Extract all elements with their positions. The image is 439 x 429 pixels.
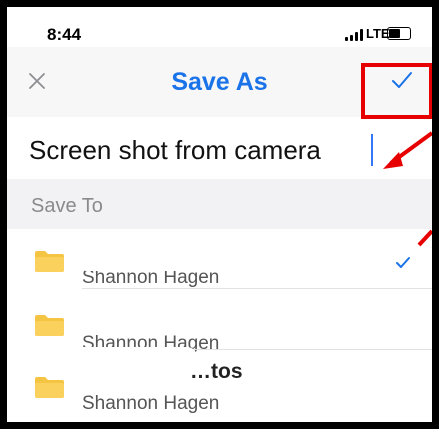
checkmark-icon [396, 257, 410, 268]
annotation-highlight-box [361, 63, 432, 119]
save-to-label: Save To [31, 195, 103, 217]
redaction [67, 347, 197, 373]
annotation-arrow-icon [383, 131, 432, 169]
phone-screen: 8:44 LTE Save As Save To [7, 7, 432, 422]
filename-row [7, 117, 432, 179]
status-bar: 8:44 LTE [7, 7, 432, 47]
divider [82, 288, 432, 289]
text-cursor [371, 134, 373, 166]
folder-icon [35, 377, 64, 398]
status-time: 8:44 [47, 25, 82, 44]
location-title: …tos [190, 360, 243, 383]
save-to-header: Save To [7, 179, 432, 229]
location-owner: Shannon Hagen [82, 393, 220, 414]
redaction [77, 231, 277, 271]
folder-icon [35, 251, 64, 272]
redaction [77, 293, 277, 327]
filename-input[interactable] [29, 133, 389, 167]
signal-icon [345, 29, 365, 41]
annotation-arrow-icon [417, 229, 432, 247]
folder-icon [35, 315, 64, 336]
location-list: Shannon Hagen Shannon Hagen …tos Shannon… [7, 229, 432, 422]
battery-icon [387, 27, 411, 40]
